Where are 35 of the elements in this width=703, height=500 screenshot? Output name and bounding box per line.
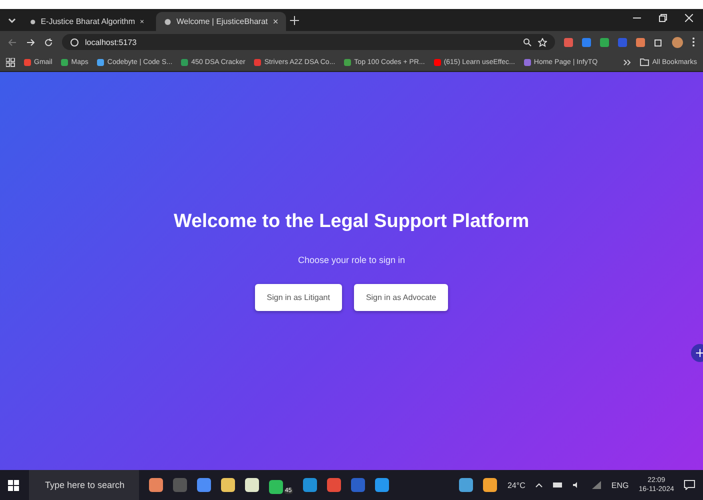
chevron-icon[interactable] (623, 58, 632, 66)
close-icon[interactable] (140, 18, 144, 25)
close-icon[interactable] (272, 18, 278, 25)
notification-icon[interactable] (684, 480, 695, 490)
url-text: localhost:5173 (85, 38, 137, 46)
start-icon[interactable] (8, 480, 19, 490)
back-icon[interactable] (8, 38, 17, 46)
page-subheading: Choose your role to sign in (298, 255, 406, 265)
restore-icon[interactable] (659, 14, 667, 22)
browser-tab[interactable]: E-Justice Bharat Algorithm (22, 12, 152, 31)
temperature-text: 24°C (507, 480, 526, 490)
zoom-icon[interactable] (523, 38, 532, 46)
star-icon[interactable] (538, 38, 547, 46)
close-icon[interactable] (685, 14, 693, 22)
reload-icon[interactable] (44, 38, 53, 46)
apps-icon[interactable] (6, 58, 15, 66)
favicon-icon (164, 16, 172, 26)
new-tab-icon[interactable] (290, 16, 299, 24)
sign-in-button[interactable]: Sign in as Litigant (254, 284, 342, 311)
plus-icon (696, 349, 703, 357)
sign-in-button[interactable]: Sign in as Advocate (354, 284, 448, 311)
forward-icon[interactable] (26, 38, 35, 46)
address-bar[interactable]: localhost:5173 (62, 34, 555, 50)
taskbar-search-box[interactable]: Type here to search (29, 470, 139, 500)
wifi-icon[interactable] (592, 481, 602, 489)
site-info-icon[interactable] (70, 38, 79, 46)
language-indicator[interactable]: ENG (611, 480, 629, 490)
avatar-icon[interactable] (672, 36, 683, 48)
battery-icon[interactable] (553, 482, 564, 488)
menu-icon[interactable] (692, 37, 695, 47)
page-heading: Welcome to the Legal Support Platform (174, 211, 530, 233)
app-icon[interactable] (459, 478, 474, 492)
favicon-icon (30, 16, 36, 26)
browser-tab[interactable]: Welcome | EjusticeBharat (156, 12, 286, 31)
taskbar-search-field[interactable]: Type here to search (43, 479, 132, 491)
